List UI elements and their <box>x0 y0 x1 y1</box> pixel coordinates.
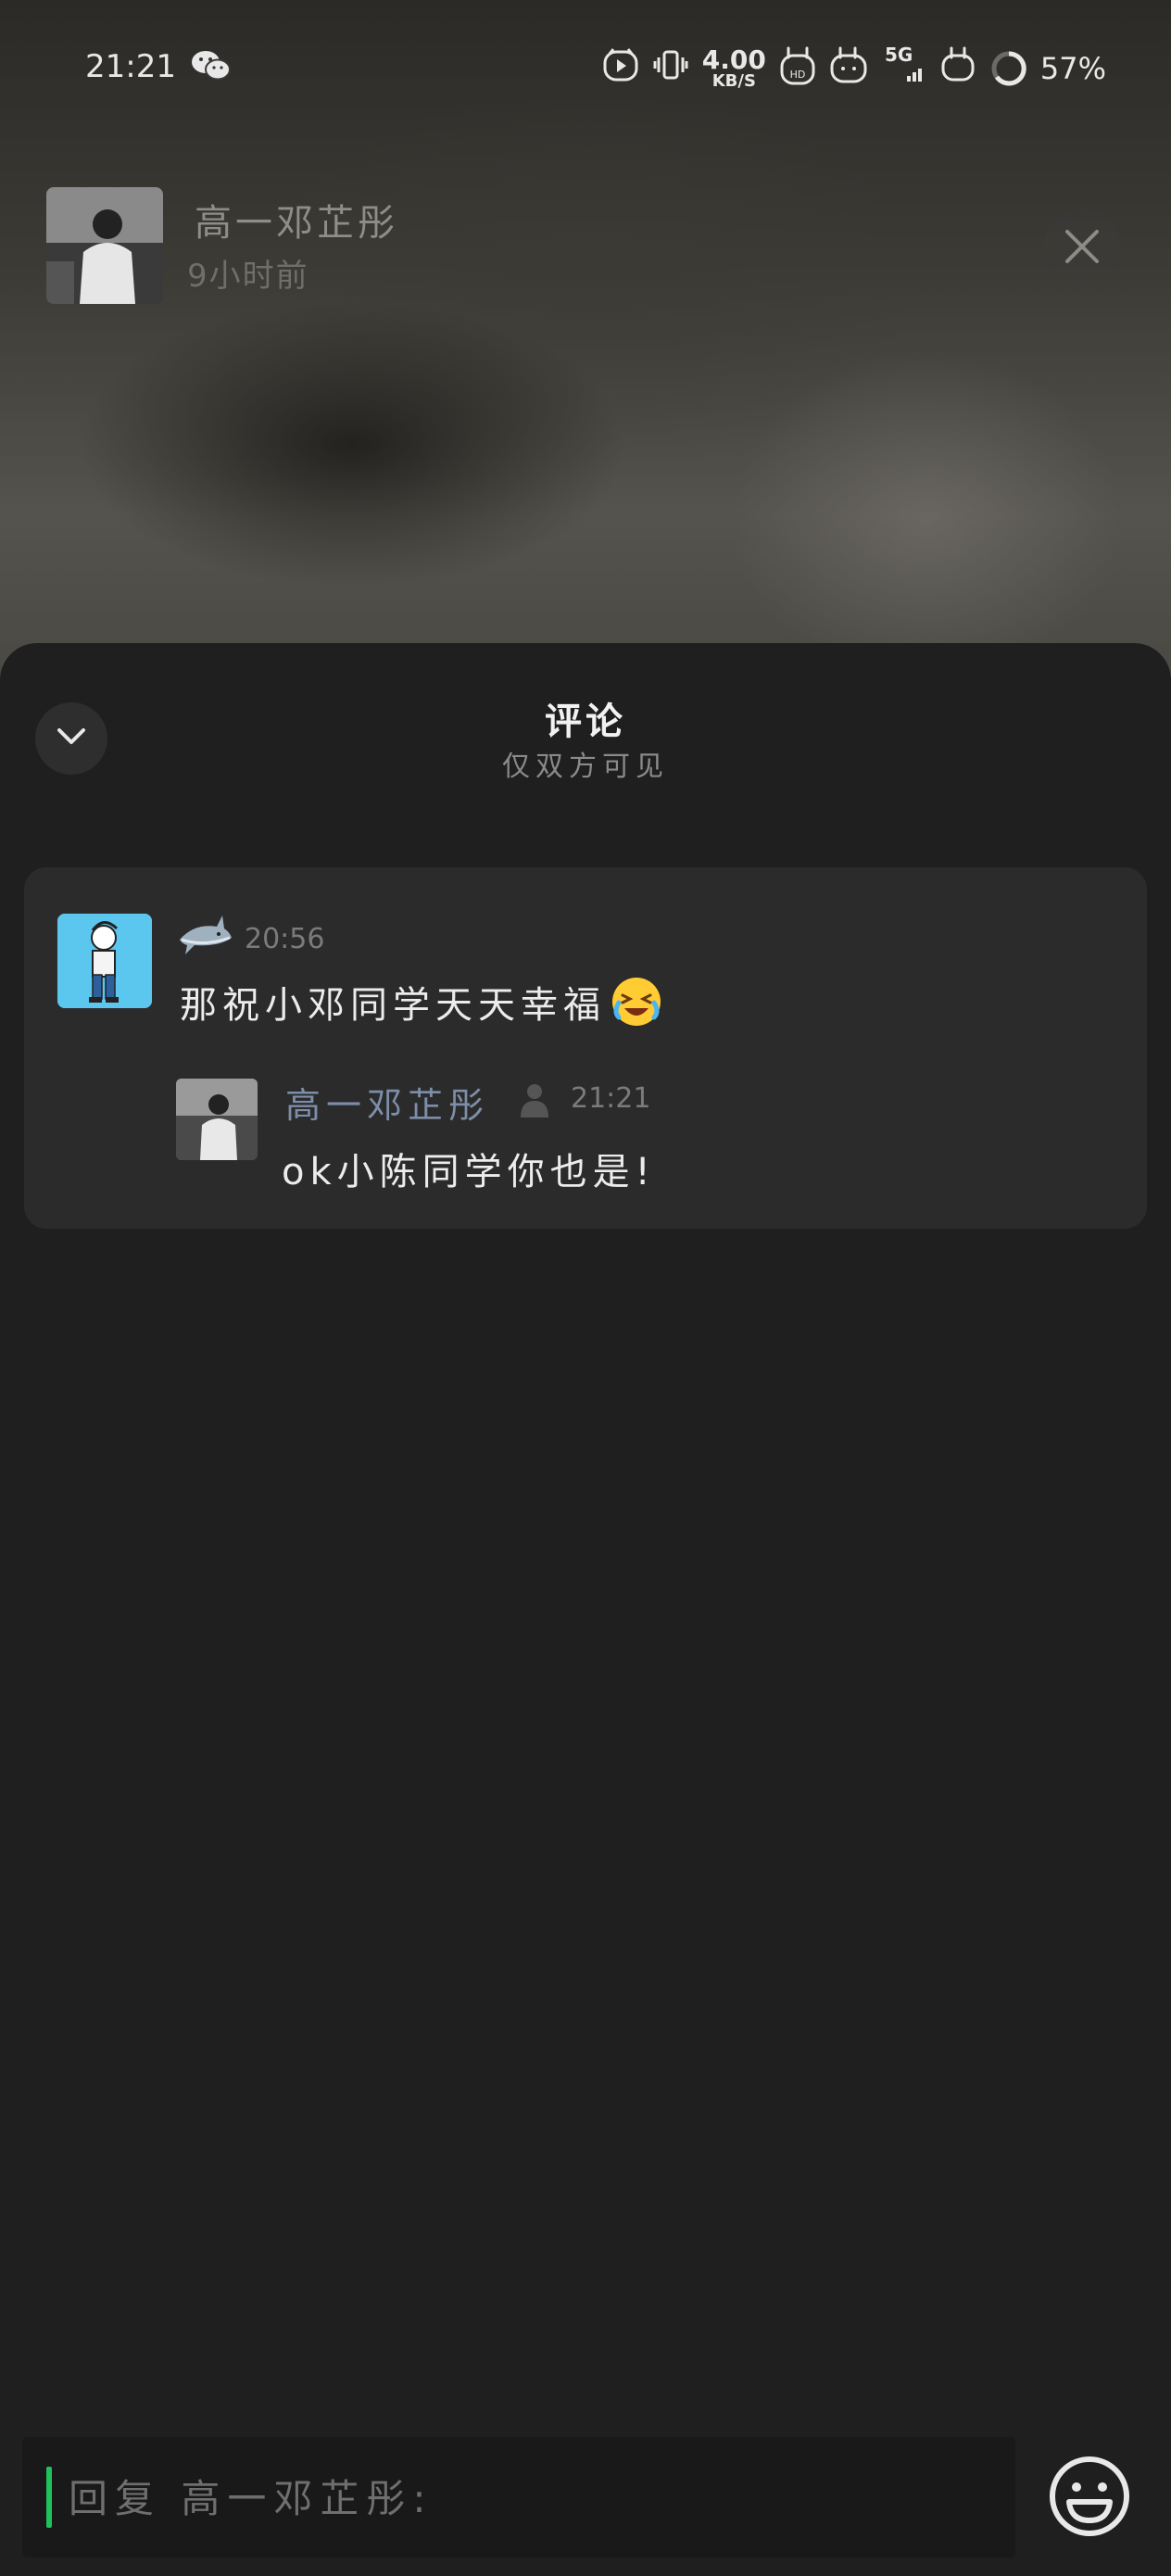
shark-icon <box>176 910 233 962</box>
comment-time: 20:56 <box>245 923 325 955</box>
post-time-ago: 9小时前 <box>187 258 309 295</box>
comment-card: 20:56 那祝小邓同学天天幸福 高一邓芷彤 21:21 ok小陈同学你也是! <box>24 867 1147 1229</box>
comments-sheet: 评论 仅双方可见 20:56 那祝小邓同学天天幸福 高一邓芷彤 21:21 ok… <box>0 643 1171 2576</box>
signal-icon: 5G <box>883 44 927 93</box>
comment-text: 那祝小邓同学天天幸福 <box>180 984 606 1027</box>
svg-text:5G: 5G <box>885 44 913 66</box>
input-caret <box>46 2467 52 2528</box>
post-author: 高一邓芷彤 9小时前 <box>46 187 395 304</box>
smile-icon <box>1047 2456 1132 2543</box>
close-button[interactable] <box>1043 209 1121 287</box>
comment-text-row: 那祝小邓同学天天幸福 <box>180 975 663 1029</box>
close-icon <box>1064 228 1101 269</box>
reply-input[interactable] <box>67 2456 997 2541</box>
music-app-icon <box>602 46 639 91</box>
battery-level: 57% <box>1039 51 1106 86</box>
status-time: 21:21 <box>85 48 176 85</box>
author-name[interactable]: 高一邓芷彤 <box>195 193 398 246</box>
battery-ring-icon <box>990 50 1027 87</box>
svg-text:HD: HD <box>790 69 806 81</box>
wechat-icon <box>191 50 232 82</box>
emoji-button[interactable] <box>1047 2454 1132 2539</box>
bunny-icon <box>940 46 977 91</box>
laughing-tears-emoji <box>610 975 663 1029</box>
net-speed-unit: KB/S <box>711 71 756 91</box>
reply-author-name[interactable]: 高一邓芷彤 <box>285 1077 489 1128</box>
hd-icon: HD <box>779 44 816 93</box>
reply-avatar[interactable] <box>176 1079 258 1160</box>
sheet-title: 评论 <box>545 701 626 743</box>
reply-time: 21:21 <box>571 1082 651 1115</box>
vibrate-icon <box>652 46 689 91</box>
author-avatar[interactable] <box>46 187 163 304</box>
sheet-subtitle: 仅双方可见 <box>502 751 669 783</box>
net-speed-value: 4.00 <box>701 44 766 75</box>
bunny-icon <box>829 44 870 93</box>
status-icons: 4.00 KB/S HD 5G 57% <box>602 44 1106 93</box>
status-bar: 21:21 4.00 KB/S HD 5G 57% <box>0 0 1171 139</box>
person-icon <box>519 1082 550 1118</box>
network-speed: 4.00 KB/S <box>702 47 766 90</box>
reply-input-bar <box>22 2437 1015 2557</box>
reply-text: ok小陈同学你也是! <box>282 1151 656 1193</box>
commenter-avatar[interactable] <box>57 914 152 1008</box>
